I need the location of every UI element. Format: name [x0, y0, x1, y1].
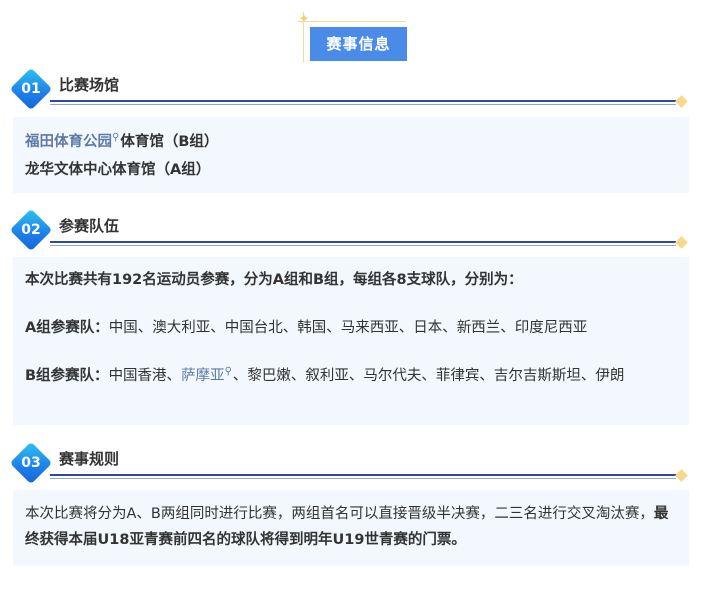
divider-line [50, 474, 676, 476]
group-a-list: 中国、澳大利亚、中国台北、韩国、马来西亚、日本、新西兰、印度尼西亚 [108, 320, 588, 336]
sparkle-icon: ✦ [298, 12, 310, 27]
group-a-line: A组参赛队：中国、澳大利亚、中国台北、韩国、马来西亚、日本、新西兰、印度尼西亚 [25, 315, 677, 341]
search-icon[interactable]: ⚲ [225, 366, 232, 377]
divider-line-thin [50, 478, 676, 479]
section-number: 01 [21, 81, 41, 97]
decor-horizontal-line [298, 21, 406, 22]
divider-line-thin [50, 245, 676, 246]
rules-text-normal: 本次比赛将分为A、B两组同时进行比赛，两组首名可以直接晋级半决赛，二三名进行交叉… [25, 506, 654, 522]
divider-line-thin [50, 104, 676, 105]
section-heading-rules: 03 赛事规则 [0, 441, 706, 488]
section-title: 比赛场馆 [59, 76, 120, 94]
group-b-line: B组参赛队：中国香港、萨摩亚⚲、黎巴嫩、叙利亚、马尔代夫、菲律宾、吉尔吉斯斯坦、… [25, 363, 677, 391]
group-b-label: B组参赛队： [25, 368, 109, 384]
divider-line [50, 100, 676, 102]
section-header-banner: ✦ 赛事信息 [0, 0, 706, 70]
teams-box: 本次比赛共有192名运动员参赛，分为A组和B组，每组各8支球队，分别为： A组参… [13, 257, 689, 425]
section-heading-teams: 02 参赛队伍 [0, 208, 706, 255]
venue-text: 体育馆（B组） [120, 134, 219, 150]
venue-line: 福田体育公园⚲体育馆（B组） [25, 129, 677, 157]
venue-link[interactable]: 福田体育公园 [25, 134, 112, 150]
venue-line: 龙华文体中心体育馆（A组） [25, 162, 211, 178]
section-title: 参赛队伍 [59, 217, 120, 235]
section-heading-venues: 01 比赛场馆 [0, 67, 706, 114]
group-b-pre: 中国香港、 [108, 368, 182, 384]
teams-intro: 本次比赛共有192名运动员参赛，分为A组和B组，每组各8支球队，分别为： [25, 272, 523, 288]
rules-box: 本次比赛将分为A、B两组同时进行比赛，两组首名可以直接晋级半决赛，二三名进行交叉… [13, 490, 689, 566]
group-a-label: A组参赛队： [25, 320, 109, 336]
diamond-dot-icon [675, 469, 688, 482]
section-title: 赛事规则 [59, 450, 120, 468]
venues-box: 福田体育公园⚲体育馆（B组） 龙华文体中心体育馆（A组） [13, 117, 689, 193]
diamond-dot-icon [675, 236, 688, 249]
diamond-dot-icon [675, 95, 688, 108]
section-number: 02 [21, 222, 41, 238]
group-b-rest: 、黎巴嫩、叙利亚、马尔代夫、菲律宾、吉尔吉斯斯坦、伊朗 [232, 368, 625, 384]
divider-line [50, 241, 676, 243]
rules-text: 本次比赛将分为A、B两组同时进行比赛，两组首名可以直接晋级半决赛，二三名进行交叉… [25, 501, 677, 553]
team-link-samoa[interactable]: 萨摩亚 [181, 368, 225, 384]
section-number: 03 [21, 455, 41, 471]
search-icon[interactable]: ⚲ [112, 132, 119, 143]
page-title: 赛事信息 [310, 27, 407, 61]
